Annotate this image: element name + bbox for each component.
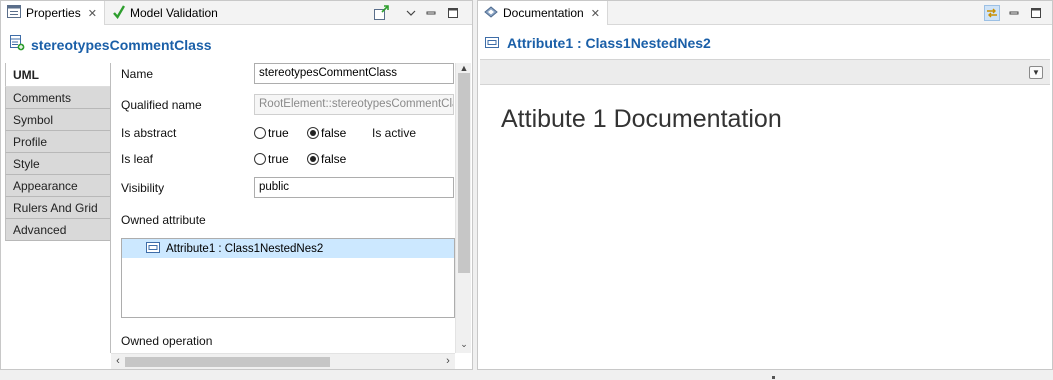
documentation-view: Documentation ✕ Attribute1 : Class1Neste… (477, 0, 1053, 370)
pin-icon[interactable] (373, 5, 389, 21)
sidetab-style[interactable]: Style (5, 153, 111, 175)
sidetab-rulers-and-grid[interactable]: Rulers And Grid (5, 197, 111, 219)
radio-checked-icon (307, 127, 319, 139)
selected-element-title: stereotypesCommentClass (10, 35, 212, 54)
tab-model-validation[interactable]: Model Validation (107, 1, 237, 25)
sidetab-comments[interactable]: Comments (5, 87, 111, 109)
owned-attribute-list[interactable]: Attribute1 : Class1NestedNes2 (121, 238, 455, 318)
sidetab-symbol[interactable]: Symbol (5, 109, 111, 131)
name-label: Name (121, 67, 154, 81)
is-leaf-label: Is leaf (121, 152, 154, 166)
tab-documentation-label: Documentation (503, 6, 584, 20)
is-leaf-true-radio[interactable]: true (254, 152, 289, 166)
link-with-editor-icon[interactable] (984, 5, 1000, 21)
is-leaf-true-label: true (268, 152, 289, 166)
properties-icon (7, 5, 21, 21)
minimize-icon[interactable] (1006, 5, 1022, 21)
scroll-right-icon[interactable]: › (441, 354, 455, 370)
close-icon[interactable]: ✕ (88, 7, 97, 20)
radio-unchecked-icon (254, 127, 266, 139)
vertical-scrollbar[interactable]: ▲ ⌄ (455, 63, 471, 353)
maximize-icon[interactable] (1028, 5, 1044, 21)
documentation-toolbar: ▼ (480, 59, 1050, 85)
owned-operation-label: Owned operation (121, 334, 213, 348)
attribute-icon (146, 241, 160, 256)
documentation-content[interactable]: Attibute 1 Documentation (501, 105, 782, 134)
sidetab-profile[interactable]: Profile (5, 131, 111, 153)
owned-attribute-label: Owned attribute (121, 213, 206, 227)
owned-attribute-item: Attribute1 : Class1NestedNes2 (166, 242, 324, 255)
properties-tabbar: Properties ✕ Model Validation (1, 1, 472, 25)
vertical-scroll-thumb[interactable] (458, 73, 470, 273)
documentation-tabbar: Documentation ✕ (478, 1, 1052, 25)
is-abstract-true-radio[interactable]: true (254, 126, 289, 140)
is-abstract-false-radio[interactable]: false (307, 126, 346, 140)
is-active-label: Is active (372, 126, 417, 140)
minimize-icon[interactable] (423, 5, 439, 21)
horizontal-scroll-thumb[interactable] (125, 357, 330, 367)
radio-checked-icon (307, 153, 319, 165)
sidetab-appearance[interactable]: Appearance (5, 175, 111, 197)
scroll-down-icon[interactable]: ⌄ (456, 339, 472, 349)
documented-element-title: Attribute1 : Class1NestedNes2 (485, 35, 711, 51)
view-menu-icon[interactable] (403, 5, 419, 21)
sidetab-advanced[interactable]: Advanced (5, 219, 111, 241)
name-field[interactable]: stereotypesCommentClass (254, 63, 454, 84)
selected-element-name: stereotypesCommentClass (31, 36, 212, 53)
scroll-left-icon[interactable]: ‹ (111, 354, 125, 370)
sidetab-uml[interactable]: UML (5, 63, 111, 87)
tab-documentation[interactable]: Documentation ✕ (478, 1, 608, 25)
is-leaf-false-label: false (321, 152, 347, 166)
is-leaf-false-radio[interactable]: false (307, 152, 346, 166)
documentation-icon (484, 5, 498, 21)
class-icon (10, 35, 25, 54)
horizontal-scrollbar[interactable]: ‹ › (111, 353, 455, 369)
visibility-dropdown[interactable]: public (254, 177, 454, 198)
is-abstract-true-label: true (268, 126, 289, 140)
chevron-down-icon[interactable]: ▼ (1029, 66, 1043, 79)
tab-model-validation-label: Model Validation (130, 6, 218, 20)
qualified-name-field[interactable]: RootElement::stereotypesCommentClass (254, 94, 454, 115)
is-abstract-label: Is abstract (121, 126, 177, 140)
radio-unchecked-icon (254, 153, 266, 165)
list-item[interactable]: Attribute1 : Class1NestedNes2 (122, 239, 454, 258)
maximize-icon[interactable] (445, 5, 461, 21)
tab-properties-label: Properties (26, 6, 81, 20)
qualified-name-label: Qualified name (121, 98, 202, 112)
properties-view: Properties ✕ Model Validation stereotype… (0, 0, 473, 370)
property-tab-list: UML Comments Symbol Profile Style Appear… (5, 63, 111, 241)
documented-element-name: Attribute1 : Class1NestedNes2 (507, 35, 711, 51)
sidetab-divider (110, 63, 111, 353)
scroll-up-icon[interactable]: ▲ (456, 63, 472, 73)
tab-properties[interactable]: Properties ✕ (1, 1, 105, 25)
attribute-icon (485, 35, 499, 51)
status-divider-grip (772, 376, 775, 379)
close-icon[interactable]: ✕ (591, 7, 600, 20)
is-abstract-false-label: false (321, 126, 347, 140)
checkmark-icon (113, 4, 126, 22)
visibility-label: Visibility (121, 181, 165, 195)
